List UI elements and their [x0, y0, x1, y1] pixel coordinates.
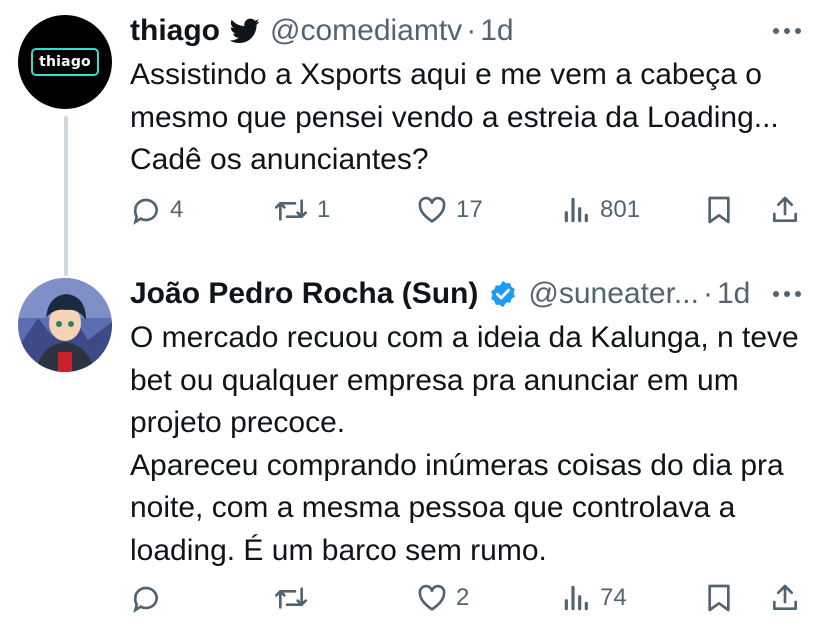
retweet-icon [273, 582, 309, 614]
retweet-button[interactable]: 1 [273, 190, 330, 230]
twitter-bird-icon [230, 18, 260, 44]
timestamp[interactable]: 1d [480, 14, 513, 48]
views-count: 74 [600, 584, 627, 611]
more-icon[interactable] [770, 16, 804, 46]
like-button[interactable]: 17 [416, 190, 483, 230]
author-name[interactable]: thiago [130, 14, 220, 48]
action-bar: 2 74 [130, 578, 810, 618]
like-icon [416, 582, 448, 614]
separator-dot: · [466, 14, 477, 47]
tweet-header: thiago @comediamtv · 1d [130, 12, 804, 50]
tweet-text: Assistindo a Xsports aqui e me vem a cab… [130, 58, 788, 176]
avatar[interactable] [18, 278, 112, 372]
more-icon[interactable] [770, 279, 804, 309]
reply-count: 4 [170, 196, 184, 223]
author-handle[interactable]: @suneater... [528, 277, 699, 311]
bookmark-button[interactable] [704, 578, 734, 618]
views-button[interactable]: 801 [562, 190, 640, 230]
separator-dot: · [702, 277, 713, 310]
views-button[interactable]: 74 [562, 578, 627, 618]
views-icon [562, 194, 592, 226]
timestamp[interactable]: 1d [717, 277, 750, 311]
tweet-header: João Pedro Rocha (Sun) @suneater... · 1d [130, 275, 804, 313]
share-icon [770, 194, 800, 226]
thread-line [64, 116, 68, 276]
share-button[interactable] [770, 190, 800, 230]
like-count: 17 [456, 196, 483, 223]
retweet-icon [273, 194, 309, 226]
reply-icon [130, 194, 162, 226]
views-count: 801 [600, 196, 641, 223]
verified-badge-icon [488, 279, 518, 309]
like-icon [416, 194, 448, 226]
reply-button[interactable] [130, 578, 170, 618]
retweet-button[interactable] [273, 578, 317, 618]
share-icon [770, 582, 800, 614]
like-count: 2 [456, 584, 470, 611]
bookmark-button[interactable] [704, 190, 734, 230]
like-button[interactable]: 2 [416, 578, 469, 618]
reply-button[interactable]: 4 [130, 190, 183, 230]
author-name[interactable]: João Pedro Rocha (Sun) [130, 277, 478, 311]
bookmark-icon [704, 582, 734, 614]
views-icon [562, 582, 592, 614]
avatar[interactable]: thiago [18, 15, 112, 109]
share-button[interactable] [770, 578, 800, 618]
retweet-count: 1 [317, 196, 331, 223]
action-bar: 4 1 17 801 [130, 190, 810, 230]
reply-icon [130, 582, 162, 614]
tweet-text: O mercado recuou com a ideia da Kalunga,… [130, 321, 799, 567]
author-handle[interactable]: @comediamtv [270, 14, 462, 48]
bookmark-icon [704, 194, 734, 226]
avatar-logo: thiago [31, 48, 99, 76]
